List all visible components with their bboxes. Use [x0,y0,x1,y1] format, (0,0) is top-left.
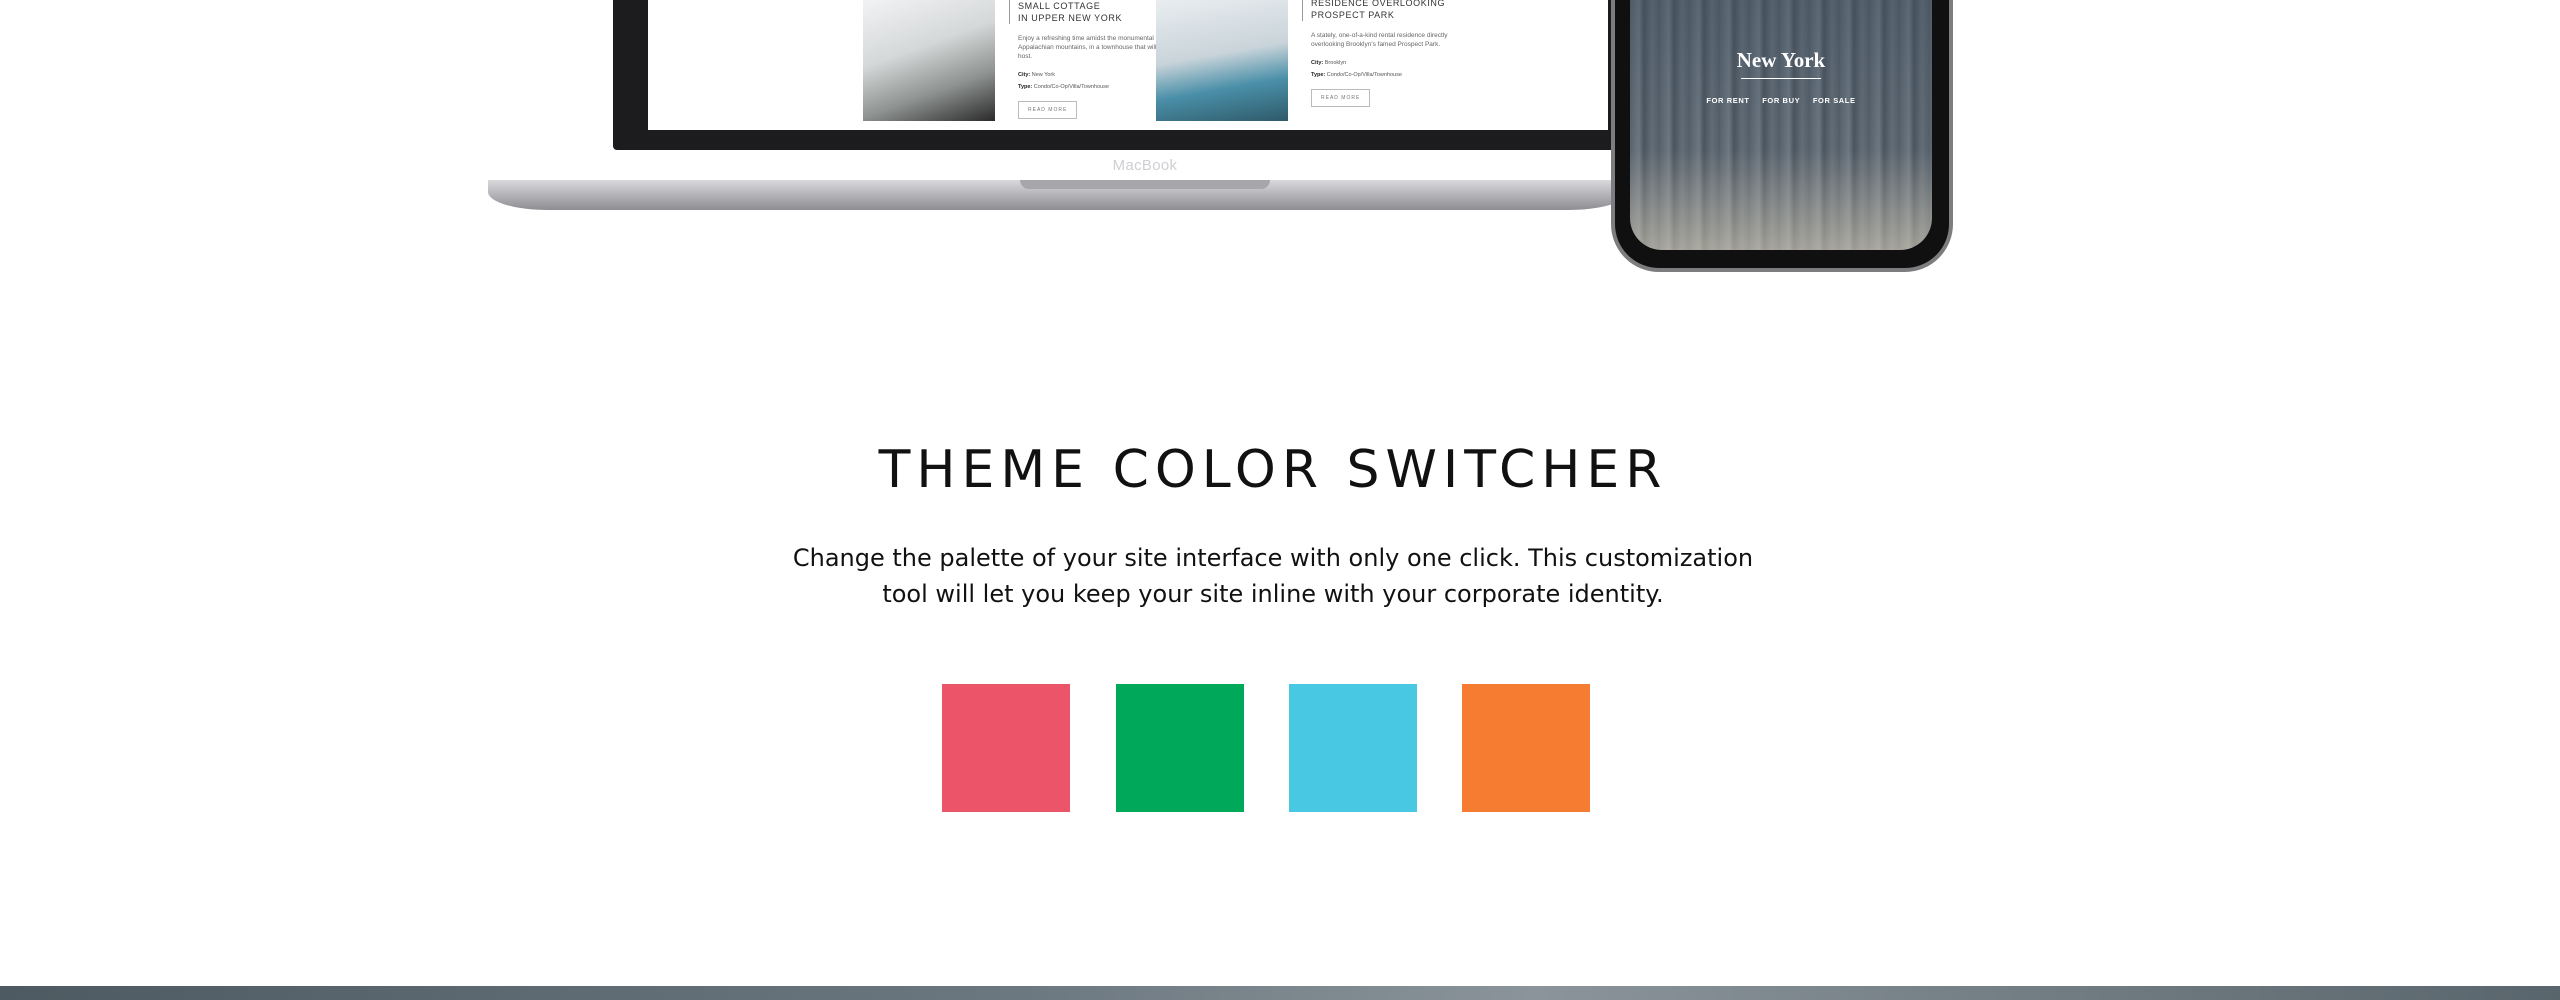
phone-title-divider [1741,78,1821,79]
property-card-1: SMALL COTTAGE IN UPPER NEW YORK Enjoy a … [1009,0,1168,119]
property-city: City: New York [1018,72,1056,78]
phone-nav-for-buy[interactable]: FOR BUY [1762,96,1800,105]
read-more-button[interactable]: READ MORE [1311,89,1371,107]
property-description: A stately, one-of-a-kind rental residenc… [1311,32,1448,48]
next-section-background [0,986,2560,1000]
color-swatch-orange[interactable] [1462,684,1590,812]
color-swatch-blue[interactable] [1289,684,1417,812]
laptop-brand-label: MacBook [1112,157,1178,174]
phone-city-title: New York [1736,48,1826,72]
read-more-button[interactable]: READ MORE [1018,101,1078,119]
property-photo-kitchen [1156,0,1288,121]
property-description: Enjoy a refreshing time amidst the monum… [1018,35,1157,60]
property-card-2: RESIDENCE OVERLOOKING PROSPECT PARK A st… [1302,0,1461,107]
color-swatch-green[interactable] [1116,684,1244,812]
phone-nav-for-rent[interactable]: FOR RENT [1706,96,1749,105]
property-city: City: Brooklyn [1311,60,1347,66]
property-photo-living-room [863,0,995,121]
section-title: THEME COLOR SWITCHER [878,440,1668,500]
phone-nav-for-sale[interactable]: FOR SALE [1813,96,1856,105]
property-title: RESIDENCE OVERLOOKING PROSPECT PARK [1302,0,1461,21]
phone-screen: New York FOR RENT FOR BUY FOR SALE [1630,0,1932,250]
laptop-screen: SMALL COTTAGE IN UPPER NEW YORK Enjoy a … [648,0,1608,130]
phone-nav: FOR RENT FOR BUY FOR SALE [1630,96,1932,105]
property-type: Type: Condo/Co-Op/Villa/Townhouse [1018,84,1109,90]
laptop-hinge-notch [1020,180,1270,189]
property-title: SMALL COTTAGE IN UPPER NEW YORK [1009,0,1168,24]
property-type: Type: Condo/Co-Op/Villa/Townhouse [1311,72,1402,78]
color-swatch-pink[interactable] [942,684,1070,812]
section-description: Change the palette of your site interfac… [792,544,1754,608]
